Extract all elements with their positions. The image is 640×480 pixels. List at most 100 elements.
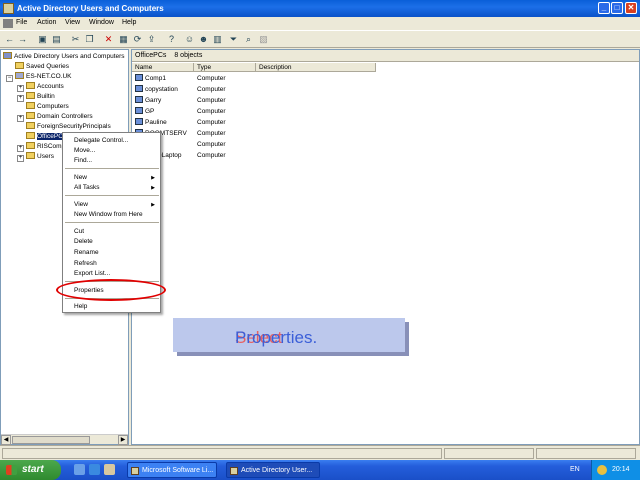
tree-item-riscomp[interactable]: + RISComp [17, 142, 65, 152]
menu-view[interactable]: View [65, 19, 80, 26]
menu-item-view[interactable]: View [74, 200, 88, 209]
expand-icon[interactable]: + [17, 155, 24, 162]
tree-item-accounts[interactable]: + Accounts [17, 82, 64, 92]
tree-item-label: Builtin [37, 93, 55, 100]
show-desktop-icon[interactable] [74, 464, 85, 475]
tree-item-domain-controllers[interactable]: + Domain Controllers [17, 112, 93, 122]
menu-item-all-tasks[interactable]: All Tasks [74, 183, 100, 192]
scroll-right-icon[interactable]: ▶ [118, 435, 128, 445]
close-button[interactable]: ✕ [625, 2, 637, 14]
export-icon[interactable]: ⇪ [146, 34, 157, 45]
taskbar: start Microsoft Software Li... Active Di… [0, 460, 640, 480]
scroll-left-icon[interactable]: ◀ [1, 435, 11, 445]
taskbar-button-label: Microsoft Software Li... [142, 467, 214, 474]
menu-item-new[interactable]: New [74, 173, 154, 182]
new-user-icon[interactable]: ☺ [184, 34, 195, 45]
expand-icon[interactable]: + [17, 95, 24, 102]
new-group-icon[interactable]: ☻ [198, 34, 209, 45]
start-label: start [22, 464, 44, 475]
table-row[interactable]: SteveLaptop Computer [132, 151, 332, 161]
computer-icon [135, 74, 143, 81]
expand-icon[interactable]: + [17, 145, 24, 152]
help-icon[interactable]: ? [166, 34, 177, 45]
find-icon[interactable]: ⌕ [243, 34, 254, 45]
column-header-description[interactable]: Description [256, 63, 376, 72]
row-type: Computer [197, 141, 226, 148]
delete-icon[interactable]: ✕ [103, 34, 114, 45]
horizontal-scrollbar[interactable]: ◀ ▶ [1, 434, 128, 445]
add-to-group-icon[interactable]: ▧ [258, 34, 269, 45]
menu-item-cut[interactable]: Cut [74, 227, 84, 236]
menu-window[interactable]: Window [89, 19, 114, 26]
scroll-thumb[interactable] [12, 436, 90, 444]
up-icon[interactable]: ▣ [37, 34, 48, 45]
cut-icon[interactable]: ✂ [70, 34, 81, 45]
tree-root[interactable]: Active Directory Users and Computers [3, 52, 125, 61]
quick-launch-icon[interactable] [104, 464, 115, 475]
column-header-name[interactable]: Name [132, 63, 194, 72]
row-type: Computer [197, 97, 226, 104]
menu-item-rename[interactable]: Rename [74, 248, 99, 257]
menu-separator [65, 168, 159, 169]
minimize-button[interactable]: _ [598, 2, 610, 14]
menu-item-delete[interactable]: Delete [74, 237, 93, 246]
menu-item-move[interactable]: Move... [74, 146, 95, 155]
language-indicator[interactable]: EN [570, 460, 580, 480]
filter-icon[interactable]: ⏷ [228, 34, 239, 45]
menu-item-help[interactable]: Help [74, 302, 87, 311]
internet-explorer-icon[interactable] [89, 464, 100, 475]
menu-item-refresh[interactable]: Refresh [74, 259, 97, 268]
table-row[interactable]: Garry Computer [132, 96, 332, 106]
expand-icon[interactable]: + [17, 85, 24, 92]
tree-item-builtin[interactable]: + Builtin [17, 92, 55, 102]
folder-icon [26, 122, 35, 129]
taskbar-button-software-licensing[interactable]: Microsoft Software Li... [127, 462, 217, 478]
maximize-button[interactable]: □ [611, 2, 623, 14]
row-name: Comp1 [145, 75, 166, 82]
back-icon[interactable]: ← [4, 34, 15, 45]
status-panel-3 [536, 448, 636, 459]
copy-icon[interactable]: ❐ [84, 34, 95, 45]
tree-item-users[interactable]: + Users [17, 152, 54, 162]
table-row[interactable]: Pauline Computer [132, 118, 332, 128]
menu-item-new-window[interactable]: New Window from Here [74, 210, 143, 219]
new-ou-icon[interactable]: ▥ [212, 34, 223, 45]
menu-item-find[interactable]: Find... [74, 156, 92, 165]
tree-item-computers[interactable]: Computers [26, 102, 69, 111]
collapse-icon[interactable]: − [6, 75, 13, 82]
tree-item-domain[interactable]: − ES-NET.CO.UK [6, 72, 72, 82]
menu-bar: File Action View Window Help [0, 17, 640, 30]
expand-icon[interactable]: + [17, 115, 24, 122]
forward-icon[interactable]: → [17, 34, 28, 45]
menu-action[interactable]: Action [37, 19, 56, 26]
tray-icon[interactable] [597, 465, 607, 475]
window-icon [131, 467, 139, 475]
row-type: Computer [197, 119, 226, 126]
table-row[interactable]: ricComputer [132, 140, 332, 150]
taskbar-button-active-directory[interactable]: Active Directory User... [226, 462, 320, 478]
tree-item-saved-queries[interactable]: Saved Queries [15, 62, 69, 71]
refresh-icon[interactable]: ⟳ [132, 34, 143, 45]
menu-item-delegate-control[interactable]: Delegate Control... [74, 136, 128, 145]
table-row[interactable]: copystation Computer [132, 85, 332, 95]
table-row[interactable]: GP Computer [132, 107, 332, 117]
tree-root-label: Active Directory Users and Computers [14, 53, 125, 60]
system-tray: 20:14 [591, 460, 640, 480]
details-pane[interactable]: OfficePCs 8 objects Name Type Descriptio… [131, 49, 640, 445]
table-row[interactable]: ROOMTSERV Computer [132, 129, 332, 139]
clock[interactable]: 20:14 [612, 466, 630, 473]
show-console-tree-icon[interactable]: ▤ [51, 34, 62, 45]
menu-item-export-list[interactable]: Export List... [74, 269, 110, 278]
menu-help[interactable]: Help [122, 19, 136, 26]
taskbar-button-label: Active Directory User... [241, 467, 313, 474]
instruction-callout: Select Properties. [173, 318, 405, 352]
start-button[interactable]: start [0, 460, 61, 480]
menu-file[interactable]: File [16, 19, 27, 26]
submenu-arrow-icon: ▶ [151, 202, 155, 208]
row-type: Computer [197, 86, 226, 93]
properties-icon[interactable]: ▦ [118, 34, 129, 45]
tree-item-officepcs[interactable]: OfficePCs [26, 132, 67, 141]
table-row[interactable]: Comp1 Computer [132, 74, 332, 84]
tree-item-foreign-security-principals[interactable]: ForeignSecurityPrincipals [26, 122, 111, 131]
column-header-type[interactable]: Type [194, 63, 256, 72]
